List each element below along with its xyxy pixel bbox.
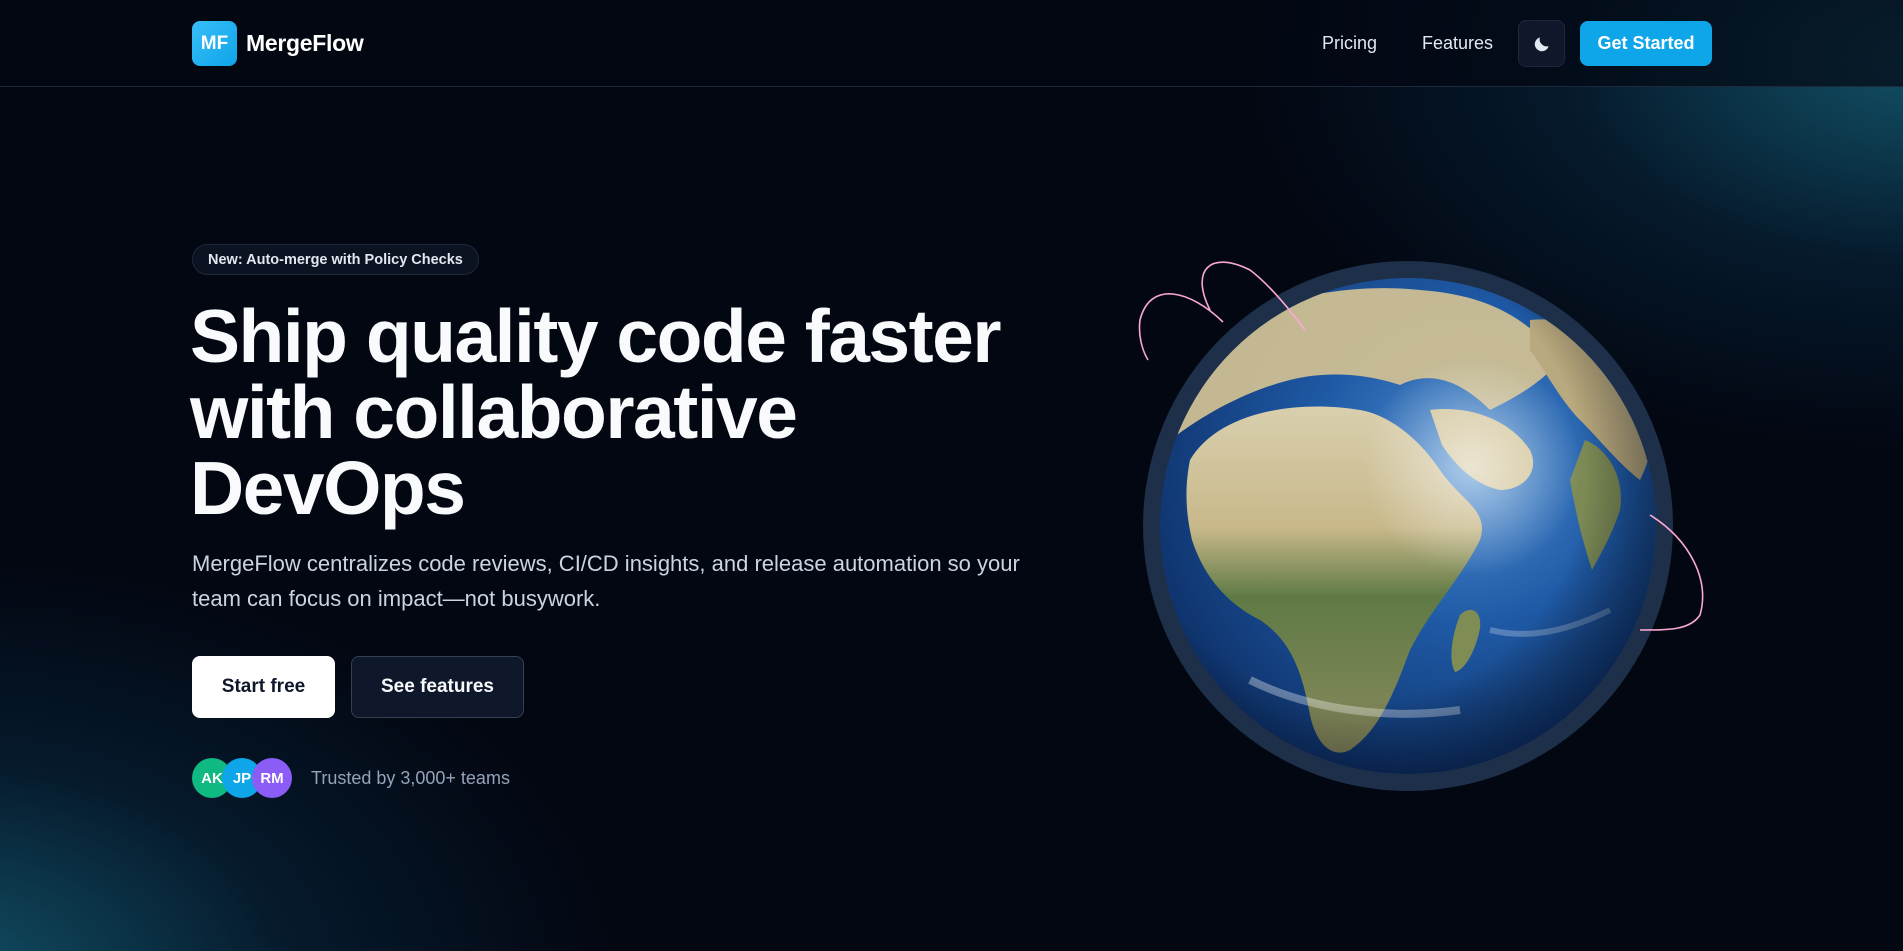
avatar: RM [252, 758, 292, 798]
headline-line-3: DevOps [190, 446, 466, 530]
brand-name[interactable]: MergeFlow [246, 30, 364, 57]
top-navbar: MF MergeFlow Pricing Features Get Starte… [0, 0, 1903, 87]
start-free-button[interactable]: Start free [192, 656, 335, 718]
landing-page: MF MergeFlow Pricing Features Get Starte… [0, 0, 1903, 951]
headline-line-2: with collaborative [190, 370, 798, 454]
nav-link-features[interactable]: Features [1422, 33, 1493, 54]
get-started-button[interactable]: Get Started [1580, 21, 1712, 66]
globe-illustration [1138, 261, 1704, 791]
see-features-button[interactable]: See features [351, 656, 524, 718]
logo-badge[interactable]: MF [192, 21, 237, 66]
announcement-badge[interactable]: New: Auto-merge with Policy Checks [192, 244, 479, 275]
hero-subtext: MergeFlow centralizes code reviews, CI/C… [192, 551, 1020, 611]
theme-toggle-button[interactable] [1518, 20, 1565, 67]
headline-line-1: Ship quality code faster [190, 294, 1002, 378]
moon-icon [1534, 36, 1549, 51]
hero-headline: Ship quality code faster with collaborat… [190, 298, 1070, 526]
avatar-stack: AK JP RM [192, 758, 302, 798]
nav-link-pricing[interactable]: Pricing [1322, 33, 1377, 54]
trust-text: Trusted by 3,000+ teams [311, 768, 510, 788]
earth-globe-icon [1130, 210, 1730, 810]
